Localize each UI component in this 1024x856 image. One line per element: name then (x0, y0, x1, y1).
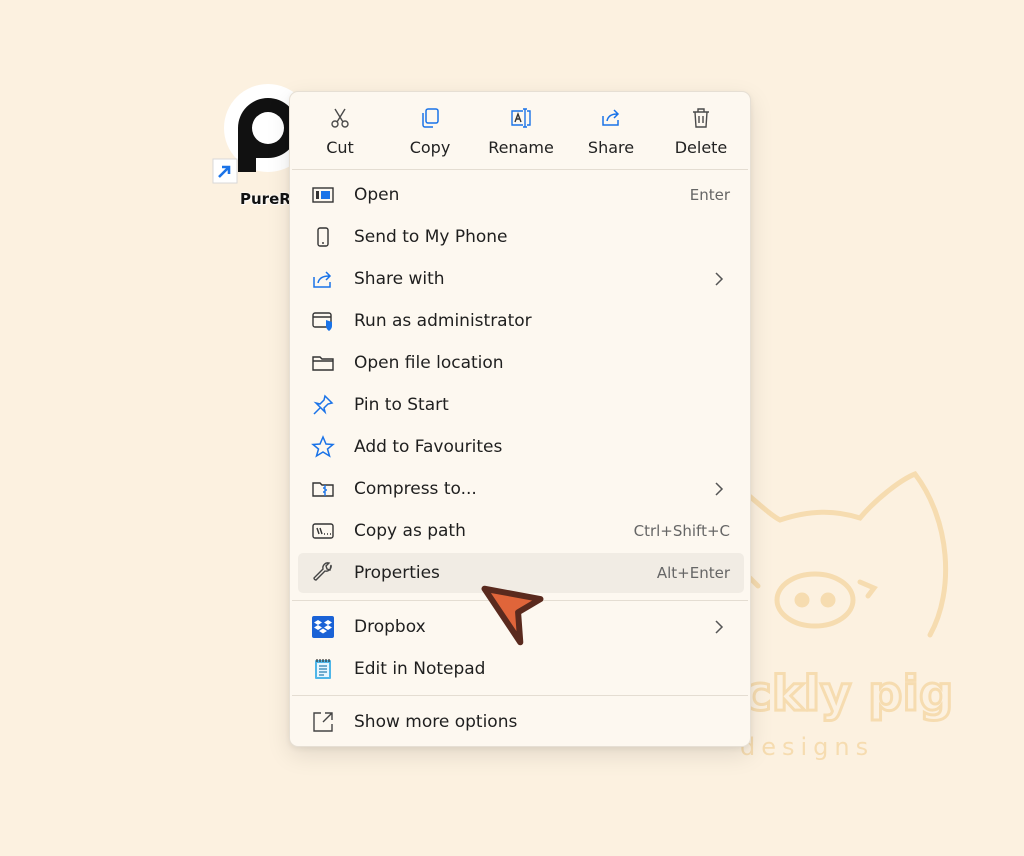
open-window-icon (310, 182, 336, 208)
menu-item-add-to-favourites[interactable]: Add to Favourites (298, 427, 744, 467)
share-icon (602, 109, 620, 126)
menu-item-pin-to-start[interactable]: Pin to Start (298, 385, 744, 425)
rename-button[interactable]: Rename (478, 98, 564, 164)
path-icon (310, 518, 336, 544)
rename-icon (511, 108, 531, 128)
pointer-cursor-icon (481, 585, 544, 646)
menu-item-run-as-admin[interactable]: Run as administrator (298, 301, 744, 341)
pin-icon (310, 392, 336, 418)
menu-item-edit-in-notepad[interactable]: Edit in Notepad (298, 649, 744, 689)
expand-icon (310, 709, 336, 735)
scissors-icon (331, 108, 349, 128)
star-icon (310, 434, 336, 460)
menu-item-open[interactable]: Open Enter (298, 175, 744, 215)
rename-label: Rename (488, 138, 554, 157)
dropbox-icon (310, 614, 336, 640)
menu-item-open-file-location[interactable]: Open file location (298, 343, 744, 383)
chevron-right-icon (715, 272, 724, 286)
menu-divider (292, 695, 748, 696)
menu-item-label: Add to Favourites (354, 437, 503, 457)
copy-icon (422, 108, 439, 128)
menu-item-label: Open file location (354, 353, 504, 373)
trash-icon (693, 108, 709, 128)
watermark-subtitle: designs (740, 733, 874, 761)
delete-button[interactable]: Delete (658, 98, 744, 164)
share-with-icon (310, 266, 336, 292)
shortcut-hint: Ctrl+Shift+C (633, 522, 730, 540)
menu-item-label: Edit in Notepad (354, 659, 486, 679)
folder-icon (310, 350, 336, 376)
shortcut-hint: Enter (689, 186, 730, 204)
chevron-right-icon (715, 620, 724, 634)
share-label: Share (587, 138, 635, 157)
menu-item-label: Open (354, 185, 400, 205)
menu-item-label: Run as administrator (354, 311, 532, 331)
zip-folder-icon (310, 476, 336, 502)
menu-item-send-to-phone[interactable]: Send to My Phone (298, 217, 744, 257)
chevron-right-icon (715, 482, 724, 496)
admin-shield-icon (310, 308, 336, 334)
context-menu-toolbar: Cut Copy Rename Share Delete (290, 92, 750, 168)
copy-button[interactable]: Copy (387, 98, 473, 164)
copy-label: Copy (409, 138, 451, 157)
cut-button[interactable]: Cut (297, 98, 383, 164)
menu-item-label: Compress to... (354, 479, 477, 499)
shortcut-arrow-icon (212, 158, 238, 184)
menu-item-label: Pin to Start (354, 395, 449, 415)
menu-item-compress-to[interactable]: Compress to... (298, 469, 744, 509)
menu-item-show-more-options[interactable]: Show more options (298, 702, 744, 742)
shortcut-hint: Alt+Enter (656, 564, 730, 582)
share-button[interactable]: Share (568, 98, 654, 164)
menu-item-label: Dropbox (354, 617, 426, 637)
wrench-icon (310, 560, 336, 586)
menu-item-label: Properties (354, 563, 440, 583)
menu-item-label: Show more options (354, 712, 518, 732)
cut-label: Cut (326, 138, 354, 157)
menu-item-label: Send to My Phone (354, 227, 508, 247)
menu-item-label: Copy as path (354, 521, 466, 541)
delete-label: Delete (674, 138, 728, 157)
menu-item-share-with[interactable]: Share with (298, 259, 744, 299)
menu-item-copy-as-path[interactable]: Copy as path Ctrl+Shift+C (298, 511, 744, 551)
toolbar-divider (292, 169, 748, 170)
phone-icon (310, 224, 336, 250)
notepad-icon (310, 656, 336, 682)
menu-item-label: Share with (354, 269, 445, 289)
